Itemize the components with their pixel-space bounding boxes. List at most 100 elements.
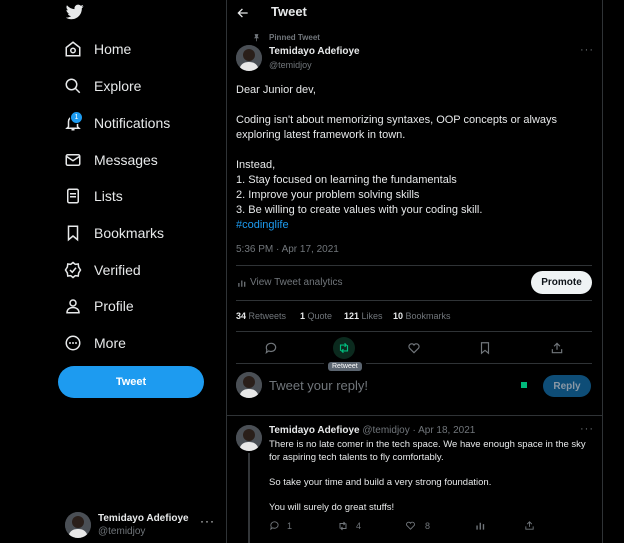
reply-text-line: So take your time and build a very stron… bbox=[269, 477, 492, 488]
bookmarks-label: Bookmarks bbox=[405, 311, 451, 321]
tweet-timestamp[interactable]: 5:36 PM · Apr 17, 2021 bbox=[236, 244, 339, 255]
pin-icon bbox=[252, 33, 261, 42]
back-arrow-icon[interactable] bbox=[236, 6, 250, 20]
sidebar-item-notifications[interactable]: 1 Notifications bbox=[64, 109, 170, 137]
sidebar-item-label: Lists bbox=[94, 188, 123, 204]
share-icon[interactable] bbox=[550, 341, 564, 355]
avatar bbox=[236, 372, 262, 398]
tweet-text-line: Coding isn't about memorizing syntaxes, … bbox=[236, 114, 558, 126]
twitter-logo-icon[interactable] bbox=[66, 4, 84, 20]
reply-header: Temidayo Adefioye @temidjoy · Apr 18, 20… bbox=[269, 425, 475, 436]
sidebar-item-label: Notifications bbox=[94, 115, 171, 131]
bookmarks-stat[interactable]: 10 Bookmarks bbox=[393, 311, 451, 321]
bookmarks-count: 10 bbox=[393, 311, 404, 321]
avatar[interactable] bbox=[236, 425, 262, 451]
search-icon bbox=[64, 77, 82, 95]
divider bbox=[366, 363, 592, 364]
account-handle: @temidjoy bbox=[98, 526, 146, 537]
sidebar-item-bookmarks[interactable]: Bookmarks bbox=[64, 219, 164, 247]
more-dots-icon[interactable]: ··· bbox=[580, 423, 594, 435]
bell-icon: 1 bbox=[64, 111, 83, 132]
retweet-icon[interactable] bbox=[333, 337, 355, 359]
sidebar-item-label: Home bbox=[94, 41, 132, 57]
reply-reply-action[interactable]: 1 bbox=[269, 520, 292, 531]
more-dots-icon[interactable]: ··· bbox=[200, 514, 215, 528]
hashtag-link[interactable]: #codinglife bbox=[236, 218, 289, 233]
heart-icon[interactable] bbox=[407, 341, 421, 355]
author-name[interactable]: Temidayo Adefioye bbox=[269, 425, 360, 436]
quotes-count: 1 bbox=[300, 311, 306, 321]
list-icon bbox=[64, 187, 82, 205]
sidebar-item-label: More bbox=[94, 335, 126, 351]
thread-line bbox=[248, 453, 250, 543]
pinned-label: Pinned Tweet bbox=[269, 33, 320, 42]
account-name: Temidayo Adefioye bbox=[98, 513, 189, 524]
likes-count: 121 bbox=[344, 311, 360, 321]
author-handle[interactable]: @temidjoy bbox=[269, 60, 312, 70]
quotes-stat[interactable]: 1 Quote bbox=[300, 311, 332, 321]
sidebar-item-label: Verified bbox=[94, 262, 141, 278]
page-title: Tweet bbox=[271, 4, 307, 19]
likes-stat[interactable]: 121 Likes bbox=[344, 311, 383, 321]
retweets-label: Retweets bbox=[248, 311, 287, 321]
tweet-text-line: 1. Stay focused on learning the fundamen… bbox=[236, 174, 457, 186]
tweet-button[interactable]: Tweet bbox=[58, 366, 204, 398]
divider bbox=[226, 415, 602, 416]
tweet-text-line: Dear Junior dev, bbox=[236, 84, 316, 96]
sidebar-item-lists[interactable]: Lists bbox=[64, 182, 123, 210]
analytics-icon[interactable] bbox=[475, 520, 486, 531]
sidebar-item-label: Explore bbox=[94, 78, 142, 94]
divider bbox=[236, 265, 592, 266]
reply-text-line: There is no late comer in the tech space… bbox=[269, 439, 586, 450]
reply-icon bbox=[269, 520, 280, 531]
retweet-count: 4 bbox=[356, 521, 362, 531]
tweet-text-line: Instead, bbox=[236, 159, 276, 171]
heart-icon bbox=[405, 520, 416, 531]
tweet-text-line: 3. Be willing to create values with your… bbox=[236, 204, 483, 216]
retweets-count: 34 bbox=[236, 311, 247, 321]
promote-button[interactable]: Promote bbox=[531, 271, 592, 294]
sidebar-item-label: Bookmarks bbox=[94, 225, 165, 241]
reply-retweet-action[interactable]: 4 bbox=[337, 520, 361, 532]
divider bbox=[236, 331, 592, 332]
share-icon[interactable] bbox=[524, 520, 535, 531]
likes-label: Likes bbox=[361, 311, 383, 321]
notification-badge: 1 bbox=[70, 111, 83, 124]
bookmark-icon bbox=[64, 224, 82, 242]
avatar[interactable] bbox=[236, 45, 262, 71]
account-switcher[interactable]: Temidayo Adefioye @temidjoy ··· bbox=[62, 508, 222, 542]
quotes-label: Quote bbox=[307, 311, 333, 321]
envelope-icon bbox=[64, 151, 82, 169]
tweet-text-line: exploring latest framework in town. bbox=[236, 129, 406, 141]
divider bbox=[236, 363, 324, 364]
sidebar-item-profile[interactable]: Profile bbox=[64, 292, 134, 320]
view-tweet-analytics-link[interactable]: View Tweet analytics bbox=[250, 277, 342, 288]
tweet-text-line: 2. Improve your problem solving skills bbox=[236, 189, 420, 201]
person-icon bbox=[64, 297, 82, 315]
sidebar-item-home[interactable]: Home bbox=[64, 35, 131, 63]
sidebar-item-verified[interactable]: Verified bbox=[64, 256, 141, 284]
sidebar-item-messages[interactable]: Messages bbox=[64, 146, 158, 174]
more-dots-icon[interactable]: ··· bbox=[580, 44, 594, 56]
sidebar-item-more[interactable]: More bbox=[64, 329, 126, 357]
reply-text-line: for aspiring tech talents to fly comfort… bbox=[269, 452, 444, 463]
reply-text-line: You will surely do great stuffs! bbox=[269, 502, 395, 513]
reply-count: 1 bbox=[287, 520, 293, 531]
reply-input[interactable]: Tweet your reply! bbox=[269, 378, 368, 393]
sidebar-item-label: Profile bbox=[94, 298, 134, 314]
avatar bbox=[65, 512, 91, 538]
sidebar-item-label: Messages bbox=[94, 152, 158, 168]
reply-button[interactable]: Reply bbox=[543, 375, 591, 397]
reply-icon[interactable] bbox=[264, 341, 278, 355]
author-name[interactable]: Temidayo Adefioye bbox=[269, 46, 360, 57]
like-count: 8 bbox=[425, 520, 431, 531]
progress-indicator-icon bbox=[521, 382, 527, 388]
home-icon bbox=[64, 40, 82, 58]
sidebar-item-explore[interactable]: Explore bbox=[64, 72, 141, 100]
retweets-stat[interactable]: 34 Retweets bbox=[236, 311, 286, 321]
divider bbox=[236, 300, 592, 301]
bookmark-icon[interactable] bbox=[478, 341, 492, 355]
retweet-tooltip: Retweet bbox=[328, 362, 362, 371]
reply-like-action[interactable]: 8 bbox=[405, 520, 430, 531]
analytics-icon bbox=[237, 278, 247, 288]
